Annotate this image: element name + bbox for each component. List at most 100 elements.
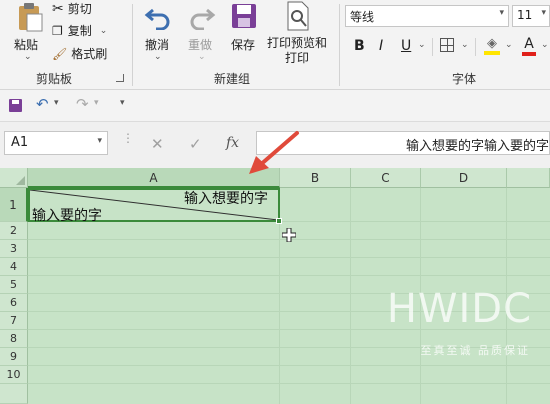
redo-icon[interactable]: ↷ (76, 95, 89, 113)
quick-access-toolbar: ↶ ▾ ↷ ▾ ▾ (0, 90, 550, 122)
paste-dropdown[interactable]: ⌄ (24, 52, 32, 62)
insert-function-button[interactable]: fx (226, 135, 239, 151)
row-header-4[interactable]: 4 (0, 258, 28, 276)
gridline (28, 275, 550, 276)
underline-dropdown[interactable]: ⌄ (418, 40, 426, 50)
italic-icon: I (379, 38, 384, 54)
gridline (28, 383, 550, 384)
customize-toolbar-icon[interactable]: ▾ (120, 98, 125, 108)
format-painter-button[interactable]: 🖌 格式刷 (52, 45, 107, 62)
cell-a1-top-right-text: 输入想要的字 (184, 191, 268, 207)
borders-dropdown[interactable]: ⌄ (461, 40, 469, 50)
gridline (350, 188, 351, 404)
undo-icon[interactable] (144, 2, 172, 31)
paste-icon[interactable] (16, 2, 44, 32)
row-header-5[interactable]: 5 (0, 276, 28, 294)
enter-icon[interactable]: ✓ (189, 135, 202, 153)
clipboard-launcher-icon[interactable] (116, 74, 124, 82)
font-size-value: 11 (517, 8, 533, 22)
paint-bucket-icon: ◈ (487, 36, 497, 51)
brush-icon: 🖌 (52, 46, 68, 61)
borders-button[interactable] (440, 38, 454, 52)
name-box-value: A1 (11, 135, 29, 150)
save-label: 保存 (231, 38, 256, 52)
row-header-11[interactable] (0, 384, 28, 404)
font-color-button[interactable]: A (522, 36, 536, 56)
redo-label: 重做 (188, 38, 213, 52)
fill-color-dropdown[interactable]: ⌄ (505, 40, 513, 50)
cell-cursor-icon (281, 227, 297, 243)
format-painter-label: 格式刷 (71, 47, 108, 61)
font-size-select[interactable]: 11 ▾ (512, 5, 550, 27)
select-all-corner[interactable] (0, 168, 28, 188)
clipboard-group-label: 剪贴板 (36, 72, 73, 86)
save-icon[interactable] (9, 99, 22, 112)
underline-button[interactable]: U (401, 38, 411, 54)
formula-bar-dots-icon[interactable]: ⋮ (122, 132, 134, 144)
undo-dropdown[interactable]: ⌄ (154, 52, 162, 62)
font-color-dropdown[interactable]: ⌄ (541, 40, 549, 50)
chevron-down-icon: ▾ (541, 8, 546, 18)
row-header-7[interactable]: 7 (0, 312, 28, 330)
cell-a1[interactable]: 输入想要的字 输入要的字 (28, 188, 282, 224)
cut-button[interactable]: ✂ 剪切 (52, 0, 92, 17)
print-preview-label-2: 打印 (285, 51, 310, 65)
row-header-1[interactable]: 1 (0, 188, 28, 222)
cell-a1-bottom-left-text: 输入要的字 (32, 208, 102, 224)
column-header-d[interactable]: D (421, 168, 507, 188)
fill-color-button[interactable]: ◈ (484, 36, 500, 55)
borders-icon (440, 38, 454, 52)
copy-label: 复制 (67, 24, 92, 38)
redo-button[interactable]: 重做 (188, 36, 212, 53)
paste-label: 粘贴 (14, 38, 39, 52)
undo-dropdown-icon[interactable]: ▾ (54, 98, 59, 108)
cut-label: 剪切 (67, 2, 92, 16)
redo-icon[interactable] (188, 2, 216, 31)
column-header-a[interactable]: A (28, 168, 280, 188)
redo-dropdown-icon[interactable]: ▾ (94, 98, 99, 108)
row-header-6[interactable]: 6 (0, 294, 28, 312)
chevron-down-icon[interactable]: ▾ (97, 136, 102, 146)
watermark-title: HWIDC (386, 286, 532, 332)
print-preview-icon[interactable] (284, 0, 312, 32)
formula-content: 输入想要的字输入要的字 (405, 139, 549, 154)
paste-button[interactable]: 粘贴 (14, 36, 38, 53)
print-preview-button[interactable]: 打印预览和 打印 (267, 36, 327, 66)
font-name-select[interactable]: 等线 ▾ (345, 5, 509, 27)
scissors-icon: ✂ (52, 0, 64, 17)
row-header-10[interactable]: 10 (0, 366, 28, 384)
row-header-3[interactable]: 3 (0, 240, 28, 258)
bold-button[interactable]: B (354, 38, 365, 54)
divider (475, 38, 476, 56)
fill-color-bar (484, 51, 500, 55)
gridline (28, 257, 550, 258)
divider (339, 4, 340, 86)
undo-label: 撤消 (145, 38, 170, 52)
font-color-bar (522, 52, 536, 56)
ribbon: 粘贴 ⌄ ✂ 剪切 ❐ 复制 ⌄ 🖌 格式刷 剪贴板 撤消 ⌄ 重做 ⌄ 保存 … (0, 0, 550, 90)
copy-dropdown-icon[interactable]: ⌄ (100, 26, 108, 36)
undo-icon[interactable]: ↶ (36, 95, 49, 113)
fill-handle[interactable] (276, 218, 282, 224)
save-icon[interactable] (230, 2, 258, 30)
cancel-icon[interactable]: ✕ (151, 135, 164, 153)
gridline (280, 221, 550, 222)
watermark-subtitle: 至真至诚 品质保证 (420, 344, 530, 357)
divider (432, 38, 433, 56)
row-header-9[interactable]: 9 (0, 348, 28, 366)
column-header-c[interactable]: C (351, 168, 421, 188)
chevron-down-icon: ▾ (499, 8, 504, 18)
column-header-e[interactable] (507, 168, 550, 188)
italic-button[interactable]: I (379, 38, 383, 54)
font-group-label: 字体 (452, 72, 477, 86)
divider (132, 4, 133, 86)
copy-button[interactable]: ❐ 复制 ⌄ (52, 22, 107, 39)
undo-button[interactable]: 撤消 (145, 36, 169, 53)
underline-icon: U (401, 38, 412, 54)
gridline (28, 365, 550, 366)
row-header-2[interactable]: 2 (0, 222, 28, 240)
name-box[interactable]: A1 ▾ (4, 131, 108, 155)
redo-dropdown[interactable]: ⌄ (198, 52, 206, 62)
save-button[interactable]: 保存 (231, 36, 255, 53)
row-header-8[interactable]: 8 (0, 330, 28, 348)
